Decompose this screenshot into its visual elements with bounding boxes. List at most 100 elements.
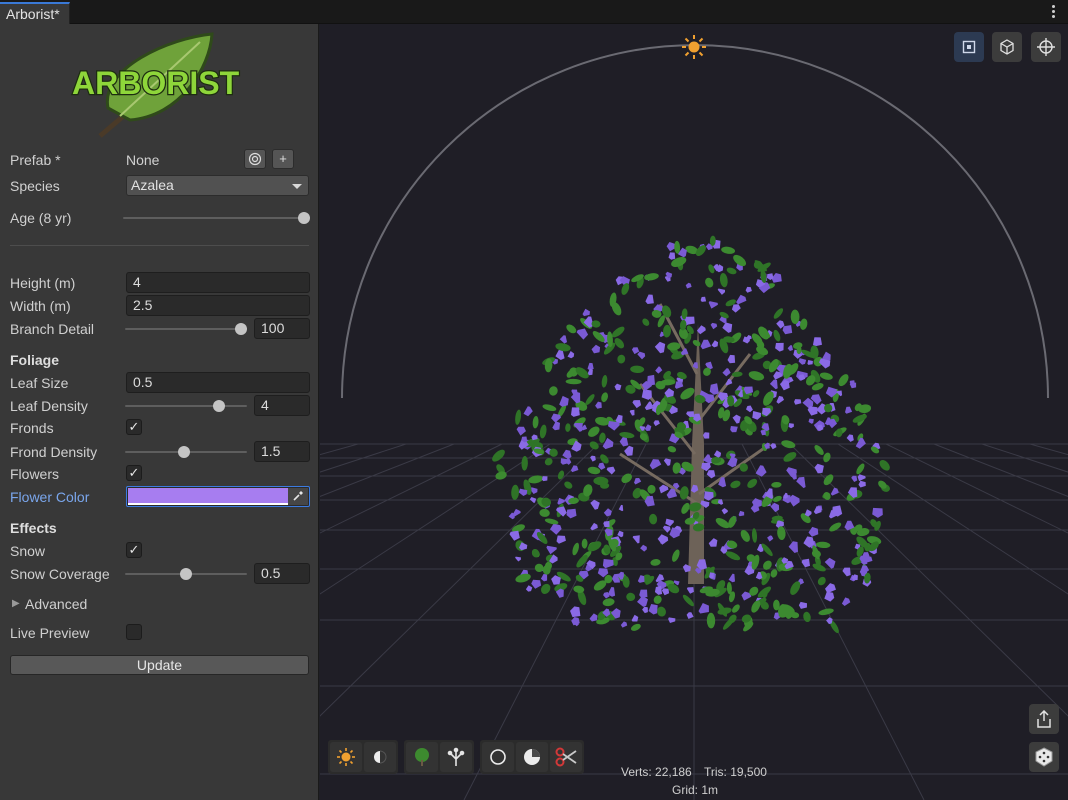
update-button[interactable]: Update <box>10 655 309 675</box>
flower-color-row: Flower Color <box>10 486 310 508</box>
branch-detail-field[interactable]: 100 <box>254 318 310 339</box>
leaf-size-field[interactable]: 0.5 <box>126 372 310 393</box>
age-slider[interactable] <box>123 217 305 219</box>
flower-color-label: Flower Color <box>10 489 90 505</box>
flowers-label: Flowers <box>10 466 60 482</box>
recenter-button[interactable] <box>1031 32 1061 62</box>
tab-arborist[interactable]: Arborist* <box>0 2 70 24</box>
shaded-sphere-icon[interactable] <box>516 742 548 772</box>
frond-density-row: Frond Density 1.5 <box>10 441 310 463</box>
width-label: Width (m) <box>10 298 71 314</box>
tree-icon[interactable] <box>406 742 438 772</box>
live-preview-label: Live Preview <box>10 625 90 641</box>
triangle-count: Tris: 19,500 <box>704 765 767 779</box>
tab-bar: Arborist* <box>0 0 1068 24</box>
frond-density-label: Frond Density <box>10 444 98 460</box>
view-3d-button[interactable] <box>992 32 1022 62</box>
width-row: Width (m) 2.5 <box>10 295 310 317</box>
divider <box>10 245 309 246</box>
more-options-icon[interactable] <box>1048 2 1058 20</box>
height-label: Height (m) <box>10 275 76 291</box>
snow-coverage-label: Snow Coverage <box>10 566 110 582</box>
prefab-value: None <box>126 152 160 168</box>
crosshair-icon <box>1037 38 1055 56</box>
height-row: Height (m) 4 <box>10 272 310 294</box>
species-row: Species Azalea <box>10 175 310 197</box>
lighting-toolbar <box>328 740 398 774</box>
frame-icon <box>962 40 976 54</box>
snow-coverage-row: Snow Coverage 0.5 <box>10 563 310 585</box>
prefab-row: Prefab * None + <box>10 149 310 171</box>
live-preview-row: Live Preview <box>10 622 310 644</box>
fronds-label: Fronds <box>10 420 54 436</box>
chevron-right-icon: ▶ <box>12 598 20 609</box>
species-label: Species <box>10 178 60 194</box>
snow-coverage-slider-handle[interactable] <box>180 568 192 580</box>
chevron-down-icon <box>292 184 302 189</box>
alpha-bar <box>128 503 288 505</box>
scene-canvas <box>320 44 1068 800</box>
snow-checkbox[interactable]: ✓ <box>126 542 142 558</box>
sun-light-icon[interactable] <box>330 742 362 772</box>
leaf-density-row: Leaf Density 4 <box>10 395 310 417</box>
scissors-icon[interactable] <box>550 742 582 772</box>
height-field[interactable]: 4 <box>126 272 310 293</box>
age-label: Age (8 yr) <box>10 210 72 226</box>
width-field[interactable]: 2.5 <box>126 295 310 316</box>
target-icon <box>248 152 262 166</box>
vertex-count: Verts: 22,186 <box>621 765 692 779</box>
live-preview-checkbox[interactable] <box>126 624 142 640</box>
flowers-row: Flowers ✓ <box>10 463 310 485</box>
flowers-checkbox[interactable]: ✓ <box>126 465 142 481</box>
branch-detail-row: Branch Detail 100 <box>10 318 310 340</box>
eyedropper-icon[interactable] <box>288 488 308 505</box>
effects-heading: Effects <box>10 520 57 536</box>
species-dropdown[interactable]: Azalea <box>126 175 309 196</box>
share-icon <box>1037 710 1051 728</box>
foliage-heading: Foliage <box>10 352 60 368</box>
export-button[interactable] <box>1029 704 1059 734</box>
leaf-density-field[interactable]: 4 <box>254 395 310 416</box>
frond-density-slider-handle[interactable] <box>178 446 190 458</box>
flower-color-field[interactable] <box>126 486 310 507</box>
prefab-picker-button[interactable] <box>244 149 266 169</box>
inspector-panel: ARBORIST Prefab * None + Species Azalea … <box>0 24 319 800</box>
branch-detail-slider-handle[interactable] <box>235 323 247 335</box>
arborist-logo: ARBORIST <box>71 32 241 138</box>
frond-density-field[interactable]: 1.5 <box>254 441 310 462</box>
sun-handle-icon[interactable] <box>681 34 707 60</box>
species-value: Azalea <box>131 177 174 193</box>
view-2d-button[interactable] <box>954 32 984 62</box>
fronds-checkbox[interactable]: ✓ <box>126 419 142 435</box>
tree-model <box>492 235 890 634</box>
color-swatch <box>128 488 288 503</box>
dice-icon <box>1035 747 1053 767</box>
leaf-size-row: Leaf Size 0.5 <box>10 372 310 394</box>
snow-label: Snow <box>10 543 46 559</box>
leaf-density-slider[interactable] <box>125 405 247 407</box>
branch-icon[interactable] <box>440 742 472 772</box>
branch-detail-slider[interactable] <box>125 328 247 330</box>
prefab-label: Prefab * <box>10 152 61 168</box>
leaf-density-slider-handle[interactable] <box>213 400 225 412</box>
leaf-size-label: Leaf Size <box>10 375 69 391</box>
branch-detail-label: Branch Detail <box>10 321 95 337</box>
svg-text:ARBORIST: ARBORIST <box>72 65 240 101</box>
snow-coverage-field[interactable]: 0.5 <box>254 563 310 584</box>
snow-row: Snow ✓ <box>10 540 310 562</box>
contrast-icon[interactable] <box>364 742 396 772</box>
leaf-density-label: Leaf Density <box>10 398 88 414</box>
advanced-label: Advanced <box>25 596 88 612</box>
mode-toolbar <box>404 740 474 774</box>
fronds-row: Fronds ✓ <box>10 417 310 439</box>
age-slider-handle[interactable] <box>298 212 310 224</box>
prefab-add-button[interactable]: + <box>272 149 294 169</box>
grid-size: Grid: 1m <box>672 783 719 797</box>
cube-icon <box>1000 39 1014 55</box>
advanced-foldout[interactable]: ▶ Advanced <box>10 593 310 615</box>
circle-icon[interactable] <box>482 742 514 772</box>
age-row: Age (8 yr) <box>10 207 310 229</box>
scene-viewport[interactable]: Verts: 22,186 Tris: 19,500 Grid: 1m <box>320 24 1068 800</box>
shading-toolbar <box>480 740 584 774</box>
randomize-button[interactable] <box>1029 742 1059 772</box>
